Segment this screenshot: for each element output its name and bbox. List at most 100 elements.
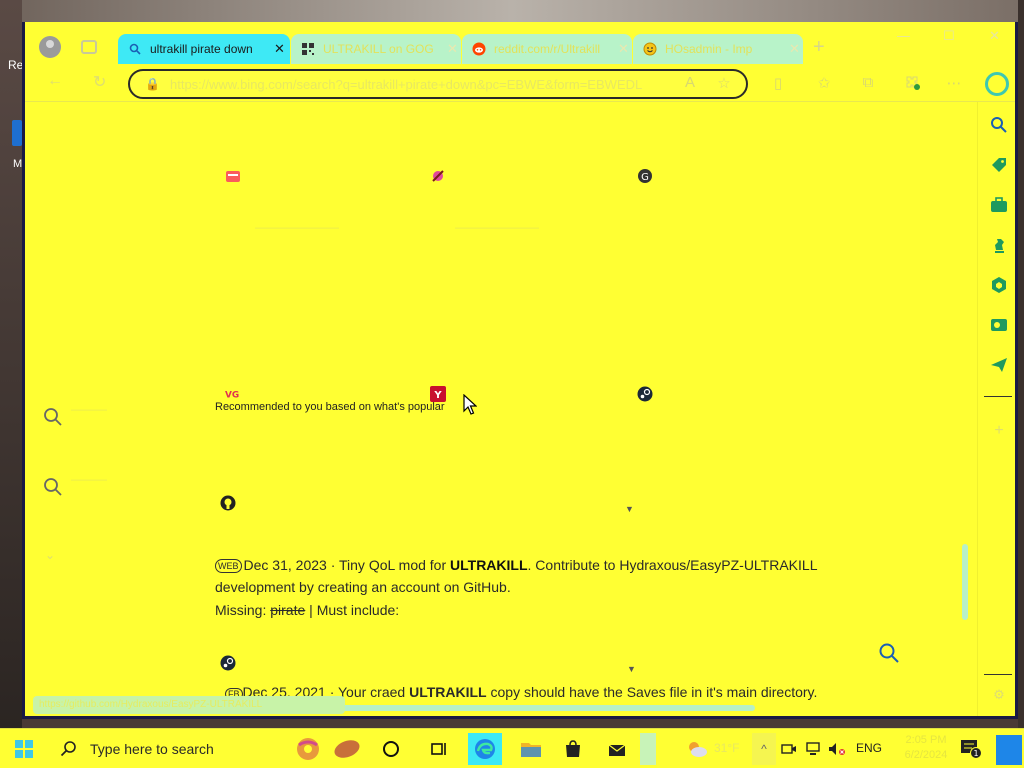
search-icon	[128, 42, 142, 56]
sidebar-settings-icon[interactable]: ⚙	[988, 684, 1010, 706]
volume-muted-icon[interactable]	[826, 733, 848, 765]
result-highlight: ULTRAKILL	[450, 557, 528, 573]
minimize-button[interactable]: —	[897, 28, 910, 43]
meet-now-icon[interactable]	[778, 733, 800, 765]
svg-text:VG: VG	[225, 391, 239, 400]
site-favicon-pink[interactable]	[430, 168, 446, 184]
network-icon[interactable]	[802, 733, 824, 765]
copilot-icon[interactable]	[985, 72, 1009, 96]
back-button[interactable]: ←	[47, 72, 63, 90]
qr-icon	[301, 42, 315, 56]
close-tab-icon[interactable]: ✕	[274, 41, 285, 57]
outlook-icon[interactable]	[988, 314, 1010, 336]
workspaces-icon[interactable]	[81, 40, 97, 54]
mail-icon[interactable]	[600, 733, 634, 765]
address-url[interactable]: https://www.bing.com/search?q=ultrakill+…	[170, 77, 650, 92]
web-badge: WEB	[215, 559, 242, 573]
reddit-icon	[472, 42, 486, 56]
microsoft-365-icon[interactable]	[988, 274, 1010, 296]
itchio-icon[interactable]	[225, 168, 241, 184]
red-y-site-icon[interactable]: Y	[430, 386, 446, 402]
games-chess-icon[interactable]	[988, 234, 1010, 256]
steam-icon[interactable]	[637, 386, 653, 402]
desktop-background-top	[0, 0, 1024, 22]
related-search-icon[interactable]	[43, 407, 63, 427]
result-options-chevron-icon[interactable]: ▼	[627, 664, 636, 674]
favorites-icon[interactable]: ✩	[815, 74, 833, 92]
result-card-title[interactable]: ———————	[455, 220, 615, 234]
result-options-chevron-icon[interactable]: ▼	[625, 504, 634, 514]
tab-ultrakill-search[interactable]: ultrakill pirate down ✕	[118, 34, 290, 64]
notification-count: 1	[973, 749, 978, 758]
close-window-button[interactable]: ✕	[989, 28, 1000, 44]
chevron-down-icon[interactable]: ⌄	[45, 548, 55, 562]
maximize-button[interactable]: ☐	[943, 28, 955, 44]
result-card-title[interactable]: ———————	[255, 220, 415, 234]
related-search-text[interactable]: ———	[71, 402, 181, 416]
profile-avatar[interactable]	[39, 36, 61, 58]
close-tab-icon[interactable]: ✕	[618, 41, 629, 57]
missing-label: Missing:	[215, 602, 267, 618]
windows-start-icon[interactable]	[14, 739, 34, 759]
notification-center-icon[interactable]: 1	[960, 739, 982, 764]
split-screen-icon[interactable]: ▯	[769, 74, 787, 92]
refresh-button[interactable]: ↻	[93, 72, 106, 92]
lock-icon[interactable]: 🔒	[145, 77, 160, 91]
microsoft-store-icon[interactable]	[556, 733, 590, 765]
sidebar-search-icon[interactable]	[988, 114, 1010, 136]
visual-search-icon[interactable]	[878, 642, 900, 669]
show-desktop-button[interactable]	[996, 735, 1022, 765]
emoji-icon	[643, 42, 657, 56]
tools-briefcase-icon[interactable]	[988, 194, 1010, 216]
donut-widget-icon[interactable]	[292, 733, 326, 765]
sidebar-divider	[984, 674, 1012, 675]
edge-taskbar-app[interactable]	[468, 733, 502, 765]
svg-text:Y: Y	[433, 390, 442, 401]
vg-site-icon[interactable]: VG	[225, 386, 241, 402]
related-search-text[interactable]: ———	[71, 472, 181, 486]
favorite-star-icon[interactable]: ☆	[715, 74, 733, 92]
desktop-icon-label-m[interactable]: M	[13, 158, 22, 170]
input-language-indicator[interactable]: ENG	[856, 741, 882, 755]
close-tab-icon[interactable]: ✕	[447, 41, 458, 57]
edge-sidebar: + ⚙	[977, 102, 1015, 716]
shopping-tag-icon[interactable]	[988, 154, 1010, 176]
new-tab-button[interactable]: +	[813, 36, 825, 59]
tray-overflow-chevron-icon[interactable]: ^	[752, 733, 776, 765]
search-icon	[60, 740, 78, 758]
collections-icon[interactable]: ⧉	[859, 74, 877, 92]
read-aloud-icon[interactable]: A	[681, 74, 699, 92]
sidebar-divider	[984, 396, 1012, 397]
weather-temperature[interactable]: 31°F	[714, 741, 739, 755]
must-include-link[interactable]: | Must include:	[309, 602, 399, 618]
weather-icon[interactable]	[680, 733, 714, 765]
tab-title: ultrakill pirate down	[150, 42, 253, 56]
more-options-icon[interactable]: ⋯	[945, 74, 963, 92]
tab-hosadmin[interactable]: HOsadmin - Imp ✕	[633, 34, 803, 64]
add-sidebar-app-icon[interactable]: +	[988, 420, 1010, 442]
file-explorer-icon[interactable]	[514, 733, 548, 765]
windows-taskbar: Type here to search 31°F ^ ENG 2:05 PM 6…	[0, 728, 1024, 768]
steam-icon[interactable]	[220, 655, 236, 671]
taskbar-app-extra[interactable]	[640, 733, 656, 765]
tab-gog[interactable]: ULTRAKILL on GOG ✕	[291, 34, 461, 64]
task-view-icon[interactable]	[422, 733, 456, 765]
result-snippet-github: WEB Dec 31, 2023 · Tiny QoL mod for ULTRA…	[215, 557, 817, 595]
desktop-background-right	[1018, 0, 1024, 728]
cortana-icon[interactable]	[374, 733, 408, 765]
taskbar-search-placeholder[interactable]: Type here to search	[90, 741, 214, 757]
close-tab-icon[interactable]: ✕	[789, 41, 800, 57]
clock[interactable]: 2:05 PM 6/2/2024	[898, 733, 954, 763]
google-icon[interactable]: G	[637, 168, 653, 184]
bread-widget-icon[interactable]	[330, 733, 364, 765]
tab-reddit[interactable]: reddit.com/r/Ultrakill ✕	[462, 34, 632, 64]
github-icon[interactable]	[220, 495, 236, 511]
taskbar-search-box[interactable]: Type here to search	[48, 729, 288, 768]
vertical-scroll-thumb[interactable]	[962, 544, 968, 620]
extensions-icon[interactable]	[903, 74, 921, 92]
desktop-app-icon[interactable]	[12, 120, 22, 146]
related-search-icon[interactable]	[43, 477, 63, 497]
address-bar[interactable]: https://www.bing.com/search?q=ultrakill+…	[128, 69, 748, 99]
send-drop-icon[interactable]	[988, 354, 1010, 376]
tab-title: ULTRAKILL on GOG	[323, 42, 434, 56]
